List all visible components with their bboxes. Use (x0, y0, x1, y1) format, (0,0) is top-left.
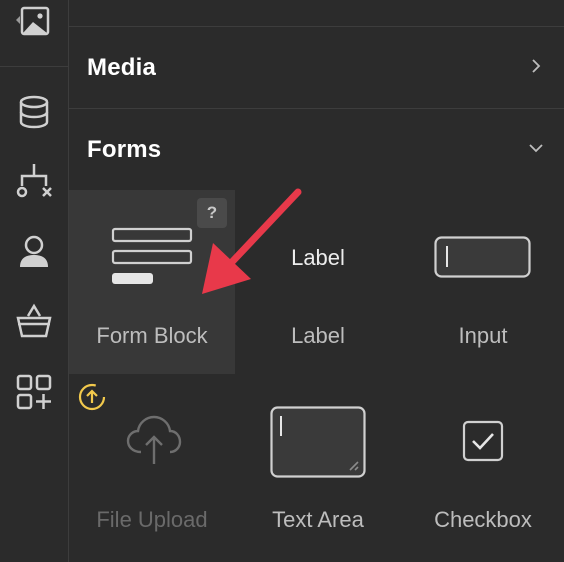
input-element-label: Input (458, 323, 508, 348)
input-element[interactable]: Input (400, 190, 564, 374)
logic-flow-icon[interactable] (14, 162, 54, 202)
form-block-element[interactable]: ? Form Block (69, 190, 235, 374)
checkbox-icon (462, 420, 504, 462)
input-icon (434, 236, 531, 278)
form-block-icon (111, 227, 193, 284)
text-area-icon (270, 406, 366, 478)
checkbox-label: Checkbox (434, 507, 532, 532)
upgrade-badge-icon (78, 383, 106, 411)
section-header-forms[interactable]: Forms (69, 110, 564, 190)
checkbox-element[interactable]: Checkbox (400, 374, 564, 558)
label-element[interactable]: Label Label (235, 190, 401, 374)
chevron-down-icon (529, 144, 543, 153)
chevron-right-icon (532, 59, 541, 73)
left-icon-rail (0, 0, 69, 562)
label-element-label: Label (291, 323, 345, 348)
text-area-element[interactable]: Text Area (235, 374, 401, 558)
cloud-upload-icon (126, 415, 182, 464)
database-icon[interactable] (14, 92, 54, 132)
file-upload-element[interactable]: File Upload (69, 374, 235, 558)
form-block-label: Form Block (96, 323, 208, 348)
help-badge[interactable]: ? (197, 198, 227, 228)
user-icon[interactable] (14, 232, 54, 272)
section-title-forms: Forms (87, 136, 162, 163)
apps-add-icon[interactable] (14, 372, 54, 412)
image-icon[interactable] (14, 4, 54, 44)
elements-panel: Media Forms ? Form Block Label Label Inp… (69, 0, 564, 562)
text-area-label: Text Area (272, 507, 364, 532)
section-title-media: Media (87, 54, 157, 81)
basket-icon[interactable] (14, 302, 54, 342)
label-preview-text: Label (291, 245, 345, 270)
section-header-media[interactable]: Media (69, 28, 564, 108)
panel-top-divider (69, 26, 564, 27)
section-divider (69, 108, 564, 109)
file-upload-label: File Upload (96, 507, 208, 532)
rail-divider (0, 66, 68, 67)
